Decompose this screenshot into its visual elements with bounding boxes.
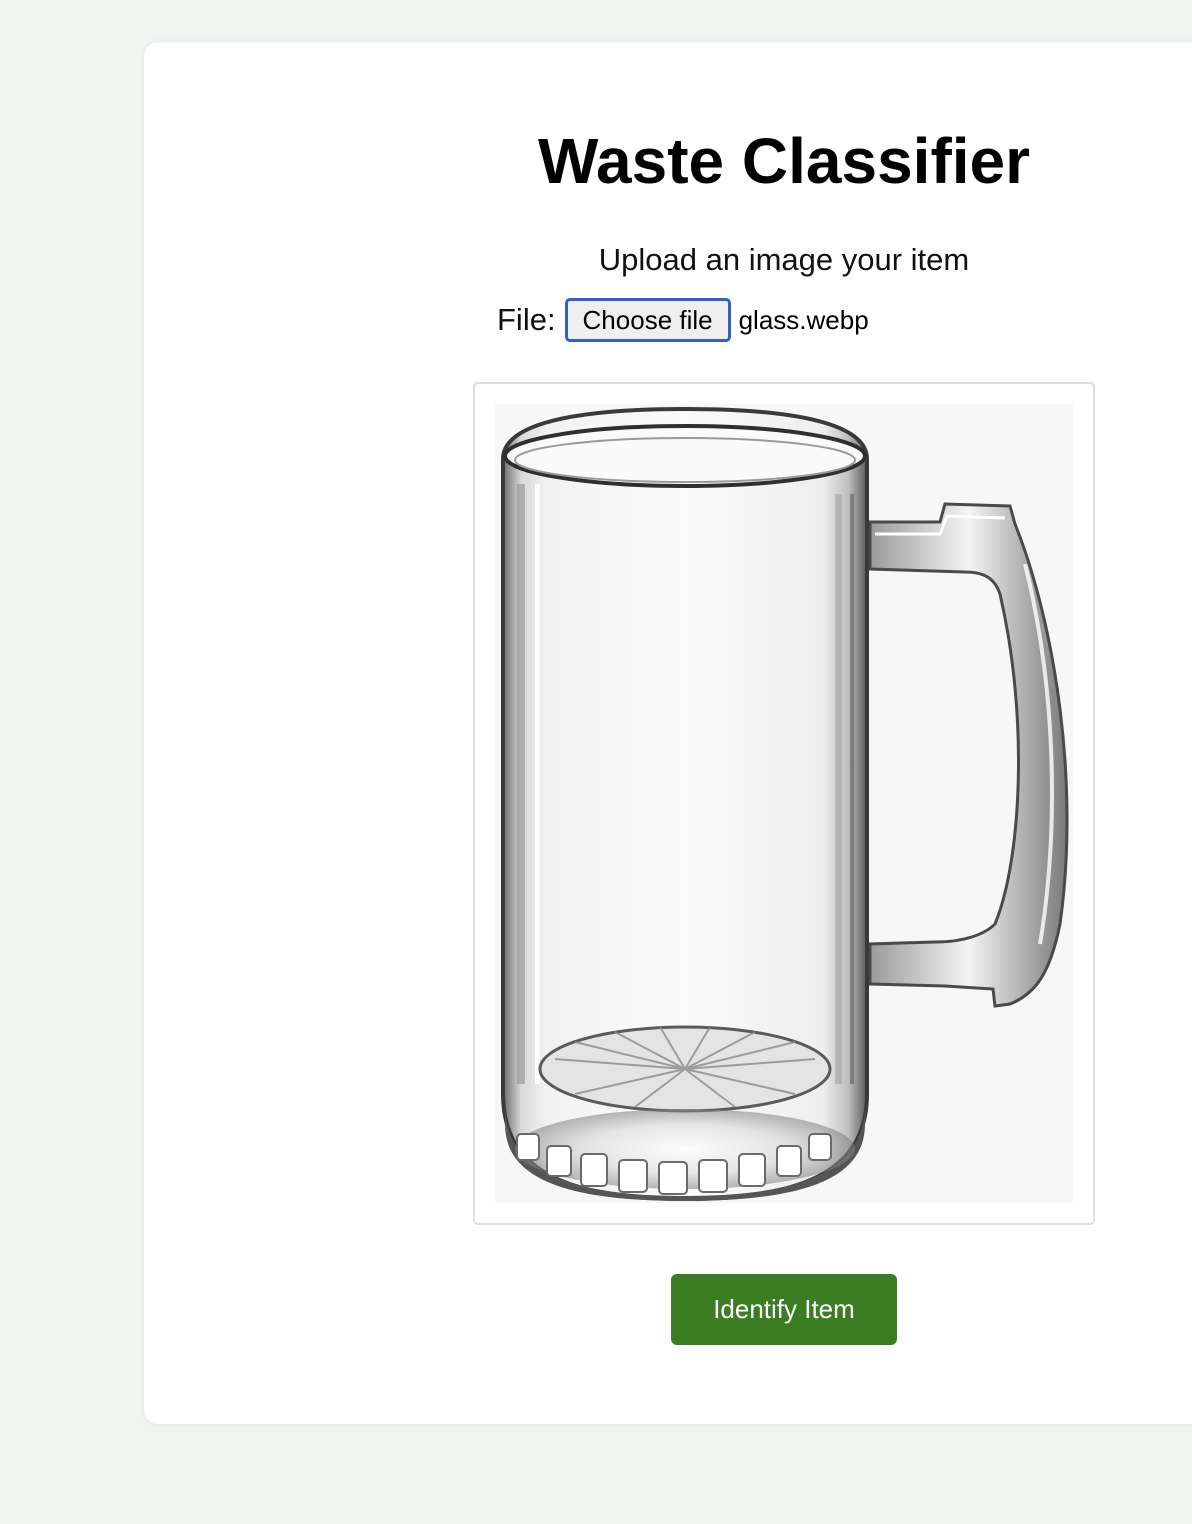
uploaded-image-preview bbox=[495, 404, 1073, 1203]
glass-mug-image bbox=[501, 406, 1069, 1202]
file-label: File: bbox=[497, 302, 556, 337]
file-input-row: File: Choose file glass.webp bbox=[497, 298, 869, 342]
selected-file-name: glass.webp bbox=[738, 304, 869, 335]
choose-file-button[interactable]: Choose file bbox=[564, 298, 731, 342]
upload-instructions: Upload an image your item bbox=[598, 242, 970, 277]
identify-item-button[interactable]: Identify Item bbox=[671, 1274, 897, 1345]
page-title: Waste Classifier bbox=[537, 125, 1031, 197]
image-preview-frame bbox=[473, 382, 1095, 1225]
